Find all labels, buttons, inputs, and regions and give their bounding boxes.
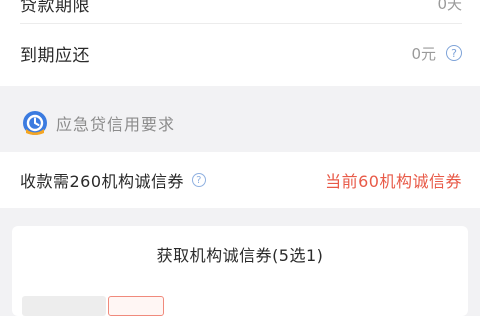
help-icon[interactable]: ? <box>446 45 462 61</box>
help-icon[interactable]: ? <box>192 173 207 187</box>
voucher-option-tab-selected[interactable] <box>108 296 164 316</box>
loan-term-label: 贷款期限 <box>20 0 90 16</box>
loan-summary-card: 贷款期限 0天 到期应还 0元 ? <box>0 0 480 86</box>
due-amount-row: 到期应还 0元 ? <box>0 35 480 71</box>
credit-requirement-card: 收款需260机构诚信券 ? 当前60机构诚信券 <box>0 152 480 208</box>
loan-term-value: 0天 <box>437 0 462 13</box>
obtain-voucher-card: 获取机构诚信券(5选1) <box>12 226 468 316</box>
row-divider <box>20 23 462 24</box>
obtain-voucher-heading: 获取机构诚信券(5选1) <box>156 246 324 265</box>
voucher-requirement-label: 收款需260机构诚信券 <box>20 172 185 191</box>
current-voucher-status: 当前60机构诚信券 <box>325 172 462 191</box>
due-amount-value-wrap: 0元 ? <box>411 43 462 64</box>
credit-requirements-title: 应急贷信用要求 <box>56 115 176 134</box>
due-amount-value: 0元 <box>411 44 436 63</box>
voucher-requirement-label-wrap: 收款需260机构诚信券 ? <box>20 168 207 192</box>
loan-term-row: 贷款期限 0天 <box>0 0 480 20</box>
voucher-requirement-row: 收款需260机构诚信券 ? 当前60机构诚信券 <box>0 152 480 208</box>
credit-requirements-header: 应急贷信用要求 <box>0 102 480 144</box>
voucher-option-tab[interactable] <box>22 296 106 316</box>
emergency-loan-logo-icon <box>23 111 47 135</box>
due-amount-label: 到期应还 <box>20 45 90 66</box>
